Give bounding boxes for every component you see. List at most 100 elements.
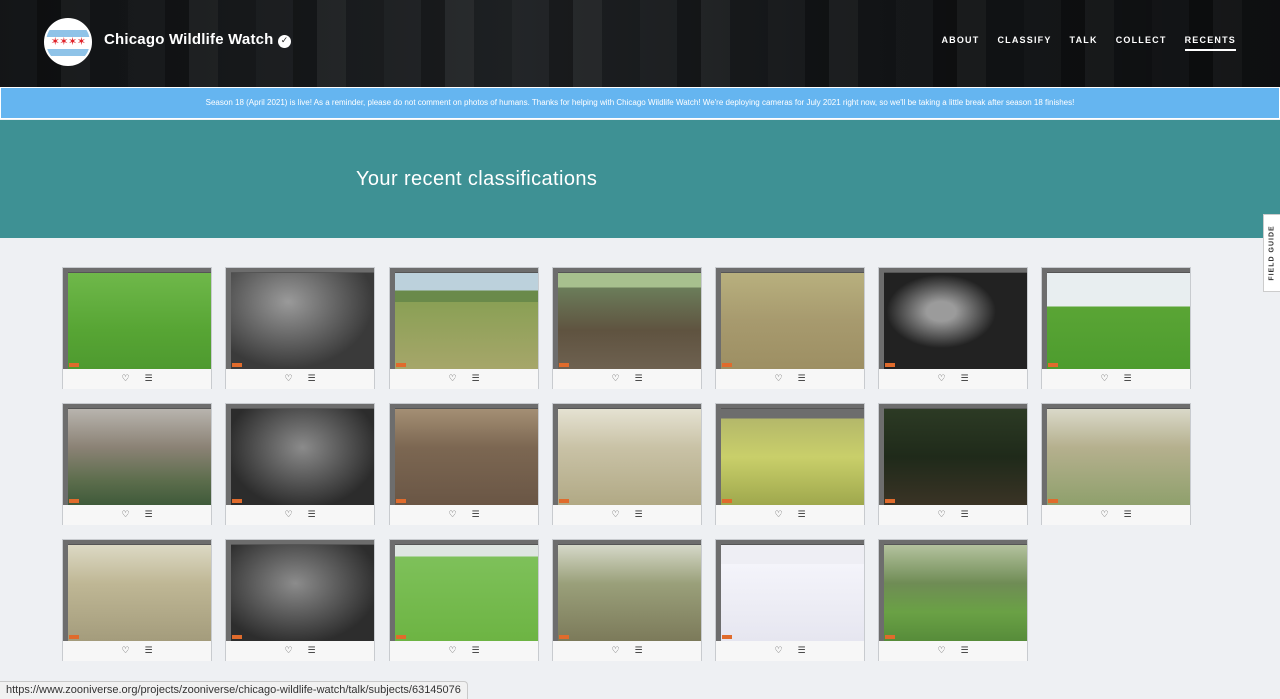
subject-card[interactable]: ♡ ☰ [552, 539, 702, 661]
subject-card[interactable]: ♡ ☰ [389, 267, 539, 389]
add-to-collection-icon[interactable]: ☰ [470, 510, 481, 521]
favorite-heart-icon[interactable]: ♡ [773, 510, 784, 521]
subject-card[interactable]: ♡ ☰ [62, 403, 212, 525]
subject-card[interactable]: ♡ ☰ [225, 539, 375, 661]
favorite-heart-icon[interactable]: ♡ [936, 510, 947, 521]
favorite-heart-icon[interactable]: ♡ [283, 646, 294, 657]
subject-thumbnail[interactable] [716, 404, 864, 505]
subject-card[interactable]: ♡ ☰ [878, 403, 1028, 525]
subject-thumbnail[interactable] [553, 268, 701, 369]
camera-stamp [396, 363, 406, 367]
add-to-collection-icon[interactable]: ☰ [959, 646, 970, 657]
favorite-heart-icon[interactable]: ♡ [283, 374, 294, 385]
subject-thumbnail[interactable] [716, 268, 864, 369]
subject-card[interactable]: ♡ ☰ [389, 403, 539, 525]
favorite-heart-icon[interactable]: ♡ [773, 646, 784, 657]
favorite-heart-icon[interactable]: ♡ [610, 646, 621, 657]
subject-card[interactable]: ♡ ☰ [225, 267, 375, 389]
subject-thumbnail[interactable] [226, 540, 374, 641]
add-to-collection-icon[interactable]: ☰ [143, 510, 154, 521]
add-to-collection-icon[interactable]: ☰ [959, 374, 970, 385]
subject-card[interactable]: ♡ ☰ [62, 539, 212, 661]
project-title[interactable]: Chicago Wildlife Watch [104, 31, 274, 48]
subject-card[interactable]: ♡ ☰ [552, 267, 702, 389]
subject-thumbnail[interactable] [553, 540, 701, 641]
project-logo[interactable]: ✶✶✶✶ [44, 18, 92, 66]
add-to-collection-icon[interactable]: ☰ [470, 646, 481, 657]
subject-card[interactable]: ♡ ☰ [225, 403, 375, 525]
camera-ruler [716, 540, 721, 641]
add-to-collection-icon[interactable]: ☰ [1122, 510, 1133, 521]
add-to-collection-icon[interactable]: ☰ [796, 646, 807, 657]
favorite-heart-icon[interactable]: ♡ [283, 510, 294, 521]
add-to-collection-icon[interactable]: ☰ [633, 374, 644, 385]
add-to-collection-icon[interactable]: ☰ [143, 374, 154, 385]
camera-ruler [716, 404, 721, 505]
subject-thumbnail[interactable] [1042, 268, 1190, 369]
subject-actions: ♡ ☰ [226, 369, 374, 389]
subject-card[interactable]: ♡ ☰ [715, 539, 865, 661]
favorite-heart-icon[interactable]: ♡ [447, 510, 458, 521]
camera-ruler [63, 268, 68, 369]
subject-card[interactable]: ♡ ☰ [878, 267, 1028, 389]
camera-ruler [63, 404, 68, 505]
add-to-collection-icon[interactable]: ☰ [796, 374, 807, 385]
subject-thumbnail[interactable] [879, 268, 1027, 369]
favorite-heart-icon[interactable]: ♡ [447, 646, 458, 657]
add-to-collection-icon[interactable]: ☰ [306, 374, 317, 385]
favorite-heart-icon[interactable]: ♡ [1099, 374, 1110, 385]
add-to-collection-icon[interactable]: ☰ [633, 510, 644, 521]
subject-thumbnail[interactable] [63, 268, 211, 369]
subject-thumbnail[interactable] [879, 404, 1027, 505]
add-to-collection-icon[interactable]: ☰ [143, 646, 154, 657]
subject-thumbnail[interactable] [390, 404, 538, 505]
subject-card[interactable]: ♡ ☰ [715, 267, 865, 389]
subject-card[interactable]: ♡ ☰ [389, 539, 539, 661]
subject-thumbnail[interactable] [226, 268, 374, 369]
subject-card[interactable]: ♡ ☰ [878, 539, 1028, 661]
camera-trap-photo [884, 273, 1027, 369]
favorite-heart-icon[interactable]: ♡ [120, 510, 131, 521]
nav-talk[interactable]: TALK [1070, 35, 1098, 51]
add-to-collection-icon[interactable]: ☰ [306, 646, 317, 657]
subject-thumbnail[interactable] [553, 404, 701, 505]
subject-thumbnail[interactable] [63, 540, 211, 641]
nav-about[interactable]: ABOUT [941, 35, 979, 51]
subject-thumbnail[interactable] [390, 540, 538, 641]
favorite-heart-icon[interactable]: ♡ [447, 374, 458, 385]
subject-card[interactable]: ♡ ☰ [1041, 267, 1191, 389]
add-to-collection-icon[interactable]: ☰ [959, 510, 970, 521]
add-to-collection-icon[interactable]: ☰ [633, 646, 644, 657]
subject-thumbnail[interactable] [879, 540, 1027, 641]
subject-card[interactable]: ♡ ☰ [715, 403, 865, 525]
add-to-collection-icon[interactable]: ☰ [1122, 374, 1133, 385]
favorite-heart-icon[interactable]: ♡ [120, 374, 131, 385]
favorite-heart-icon[interactable]: ♡ [773, 374, 784, 385]
subject-card[interactable]: ♡ ☰ [1041, 403, 1191, 525]
add-to-collection-icon[interactable]: ☰ [306, 510, 317, 521]
nav-collect[interactable]: COLLECT [1116, 35, 1167, 51]
subject-thumbnail[interactable] [716, 540, 864, 641]
add-to-collection-icon[interactable]: ☰ [796, 510, 807, 521]
favorite-heart-icon[interactable]: ♡ [610, 510, 621, 521]
subject-thumbnail[interactable] [1042, 404, 1190, 505]
favorite-heart-icon[interactable]: ♡ [936, 374, 947, 385]
nav-classify[interactable]: CLASSIFY [997, 35, 1051, 51]
camera-trap-photo [68, 409, 211, 505]
favorite-heart-icon[interactable]: ♡ [120, 646, 131, 657]
camera-ruler [1042, 268, 1190, 273]
favorite-heart-icon[interactable]: ♡ [936, 646, 947, 657]
subject-thumbnail[interactable] [390, 268, 538, 369]
subject-card[interactable]: ♡ ☰ [62, 267, 212, 389]
subject-actions: ♡ ☰ [553, 641, 701, 661]
subject-thumbnail[interactable] [226, 404, 374, 505]
subject-thumbnail[interactable] [63, 404, 211, 505]
subject-card[interactable]: ♡ ☰ [552, 403, 702, 525]
favorite-heart-icon[interactable]: ♡ [1099, 510, 1110, 521]
field-guide-tab[interactable]: FIELD GUIDE [1263, 214, 1280, 292]
add-to-collection-icon[interactable]: ☰ [470, 374, 481, 385]
camera-stamp [232, 363, 242, 367]
recents-hero: Your recent classifications [0, 120, 1280, 238]
favorite-heart-icon[interactable]: ♡ [610, 374, 621, 385]
nav-recents[interactable]: RECENTS [1184, 35, 1236, 51]
